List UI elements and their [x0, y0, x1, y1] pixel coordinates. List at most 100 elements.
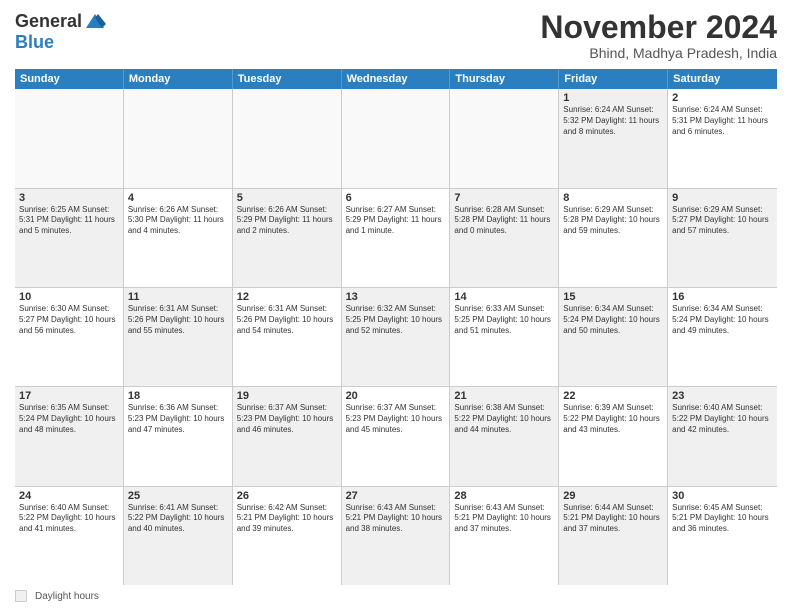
day-cell-14: 14Sunrise: 6:33 AM Sunset: 5:25 PM Dayli… [450, 288, 559, 386]
week-row-5: 24Sunrise: 6:40 AM Sunset: 5:22 PM Dayli… [15, 487, 777, 585]
day-detail: Sunrise: 6:33 AM Sunset: 5:25 PM Dayligh… [454, 304, 554, 336]
day-number: 13 [346, 291, 446, 303]
day-number: 3 [19, 192, 119, 204]
day-number: 6 [346, 192, 446, 204]
day-detail: Sunrise: 6:43 AM Sunset: 5:21 PM Dayligh… [454, 503, 554, 535]
day-cell-8: 8Sunrise: 6:29 AM Sunset: 5:28 PM Daylig… [559, 189, 668, 287]
day-number: 17 [19, 390, 119, 402]
day-of-week-sunday: Sunday [15, 69, 124, 89]
week-row-3: 10Sunrise: 6:30 AM Sunset: 5:27 PM Dayli… [15, 288, 777, 387]
calendar-header: SundayMondayTuesdayWednesdayThursdayFrid… [15, 69, 777, 89]
day-cell-23: 23Sunrise: 6:40 AM Sunset: 5:22 PM Dayli… [668, 387, 777, 485]
day-detail: Sunrise: 6:41 AM Sunset: 5:22 PM Dayligh… [128, 503, 228, 535]
day-number: 12 [237, 291, 337, 303]
day-number: 22 [563, 390, 663, 402]
day-detail: Sunrise: 6:42 AM Sunset: 5:21 PM Dayligh… [237, 503, 337, 535]
day-detail: Sunrise: 6:29 AM Sunset: 5:27 PM Dayligh… [672, 205, 773, 237]
day-detail: Sunrise: 6:37 AM Sunset: 5:23 PM Dayligh… [346, 403, 446, 435]
day-cell-27: 27Sunrise: 6:43 AM Sunset: 5:21 PM Dayli… [342, 487, 451, 585]
calendar: SundayMondayTuesdayWednesdayThursdayFrid… [15, 69, 777, 585]
day-detail: Sunrise: 6:44 AM Sunset: 5:21 PM Dayligh… [563, 503, 663, 535]
day-cell-2: 2Sunrise: 6:24 AM Sunset: 5:31 PM Daylig… [668, 89, 777, 187]
day-detail: Sunrise: 6:35 AM Sunset: 5:24 PM Dayligh… [19, 403, 119, 435]
empty-cell [15, 89, 124, 187]
day-detail: Sunrise: 6:43 AM Sunset: 5:21 PM Dayligh… [346, 503, 446, 535]
day-cell-17: 17Sunrise: 6:35 AM Sunset: 5:24 PM Dayli… [15, 387, 124, 485]
week-row-1: 1Sunrise: 6:24 AM Sunset: 5:32 PM Daylig… [15, 89, 777, 188]
day-number: 29 [563, 490, 663, 502]
week-row-2: 3Sunrise: 6:25 AM Sunset: 5:31 PM Daylig… [15, 189, 777, 288]
day-cell-13: 13Sunrise: 6:32 AM Sunset: 5:25 PM Dayli… [342, 288, 451, 386]
day-cell-22: 22Sunrise: 6:39 AM Sunset: 5:22 PM Dayli… [559, 387, 668, 485]
day-number: 21 [454, 390, 554, 402]
day-number: 16 [672, 291, 773, 303]
day-cell-20: 20Sunrise: 6:37 AM Sunset: 5:23 PM Dayli… [342, 387, 451, 485]
empty-cell [233, 89, 342, 187]
day-detail: Sunrise: 6:36 AM Sunset: 5:23 PM Dayligh… [128, 403, 228, 435]
day-detail: Sunrise: 6:24 AM Sunset: 5:31 PM Dayligh… [672, 105, 773, 137]
empty-cell [450, 89, 559, 187]
day-number: 1 [563, 92, 663, 104]
day-of-week-wednesday: Wednesday [342, 69, 451, 89]
empty-cell [124, 89, 233, 187]
day-number: 28 [454, 490, 554, 502]
legend: Daylight hours [15, 590, 777, 602]
day-number: 4 [128, 192, 228, 204]
day-number: 18 [128, 390, 228, 402]
day-number: 26 [237, 490, 337, 502]
day-cell-9: 9Sunrise: 6:29 AM Sunset: 5:27 PM Daylig… [668, 189, 777, 287]
day-number: 5 [237, 192, 337, 204]
day-number: 14 [454, 291, 554, 303]
page-header: General Blue November 2024 Bhind, Madhya… [15, 10, 777, 61]
day-detail: Sunrise: 6:40 AM Sunset: 5:22 PM Dayligh… [19, 503, 119, 535]
day-number: 15 [563, 291, 663, 303]
day-detail: Sunrise: 6:32 AM Sunset: 5:25 PM Dayligh… [346, 304, 446, 336]
day-number: 25 [128, 490, 228, 502]
logo-blue: Blue [15, 32, 54, 53]
day-cell-12: 12Sunrise: 6:31 AM Sunset: 5:26 PM Dayli… [233, 288, 342, 386]
week-row-4: 17Sunrise: 6:35 AM Sunset: 5:24 PM Dayli… [15, 387, 777, 486]
empty-cell [342, 89, 451, 187]
day-number: 11 [128, 291, 228, 303]
day-of-week-saturday: Saturday [668, 69, 777, 89]
day-of-week-monday: Monday [124, 69, 233, 89]
calendar-body: 1Sunrise: 6:24 AM Sunset: 5:32 PM Daylig… [15, 89, 777, 585]
day-cell-16: 16Sunrise: 6:34 AM Sunset: 5:24 PM Dayli… [668, 288, 777, 386]
day-cell-10: 10Sunrise: 6:30 AM Sunset: 5:27 PM Dayli… [15, 288, 124, 386]
day-number: 8 [563, 192, 663, 204]
day-number: 10 [19, 291, 119, 303]
legend-box [15, 590, 27, 602]
day-of-week-thursday: Thursday [450, 69, 559, 89]
day-number: 20 [346, 390, 446, 402]
day-number: 2 [672, 92, 773, 104]
day-detail: Sunrise: 6:45 AM Sunset: 5:21 PM Dayligh… [672, 503, 773, 535]
logo-icon [84, 10, 106, 32]
day-cell-28: 28Sunrise: 6:43 AM Sunset: 5:21 PM Dayli… [450, 487, 559, 585]
day-number: 9 [672, 192, 773, 204]
day-detail: Sunrise: 6:25 AM Sunset: 5:31 PM Dayligh… [19, 205, 119, 237]
day-number: 23 [672, 390, 773, 402]
location: Bhind, Madhya Pradesh, India [540, 45, 777, 61]
day-detail: Sunrise: 6:39 AM Sunset: 5:22 PM Dayligh… [563, 403, 663, 435]
day-detail: Sunrise: 6:30 AM Sunset: 5:27 PM Dayligh… [19, 304, 119, 336]
day-detail: Sunrise: 6:31 AM Sunset: 5:26 PM Dayligh… [128, 304, 228, 336]
day-number: 19 [237, 390, 337, 402]
day-of-week-friday: Friday [559, 69, 668, 89]
day-cell-5: 5Sunrise: 6:26 AM Sunset: 5:29 PM Daylig… [233, 189, 342, 287]
day-cell-1: 1Sunrise: 6:24 AM Sunset: 5:32 PM Daylig… [559, 89, 668, 187]
day-detail: Sunrise: 6:34 AM Sunset: 5:24 PM Dayligh… [672, 304, 773, 336]
day-detail: Sunrise: 6:26 AM Sunset: 5:30 PM Dayligh… [128, 205, 228, 237]
day-cell-19: 19Sunrise: 6:37 AM Sunset: 5:23 PM Dayli… [233, 387, 342, 485]
day-detail: Sunrise: 6:29 AM Sunset: 5:28 PM Dayligh… [563, 205, 663, 237]
day-detail: Sunrise: 6:24 AM Sunset: 5:32 PM Dayligh… [563, 105, 663, 137]
day-detail: Sunrise: 6:34 AM Sunset: 5:24 PM Dayligh… [563, 304, 663, 336]
day-cell-15: 15Sunrise: 6:34 AM Sunset: 5:24 PM Dayli… [559, 288, 668, 386]
day-cell-4: 4Sunrise: 6:26 AM Sunset: 5:30 PM Daylig… [124, 189, 233, 287]
legend-label: Daylight hours [35, 591, 99, 602]
day-detail: Sunrise: 6:31 AM Sunset: 5:26 PM Dayligh… [237, 304, 337, 336]
day-detail: Sunrise: 6:27 AM Sunset: 5:29 PM Dayligh… [346, 205, 446, 237]
logo: General Blue [15, 10, 106, 53]
day-number: 30 [672, 490, 773, 502]
day-cell-30: 30Sunrise: 6:45 AM Sunset: 5:21 PM Dayli… [668, 487, 777, 585]
day-detail: Sunrise: 6:26 AM Sunset: 5:29 PM Dayligh… [237, 205, 337, 237]
